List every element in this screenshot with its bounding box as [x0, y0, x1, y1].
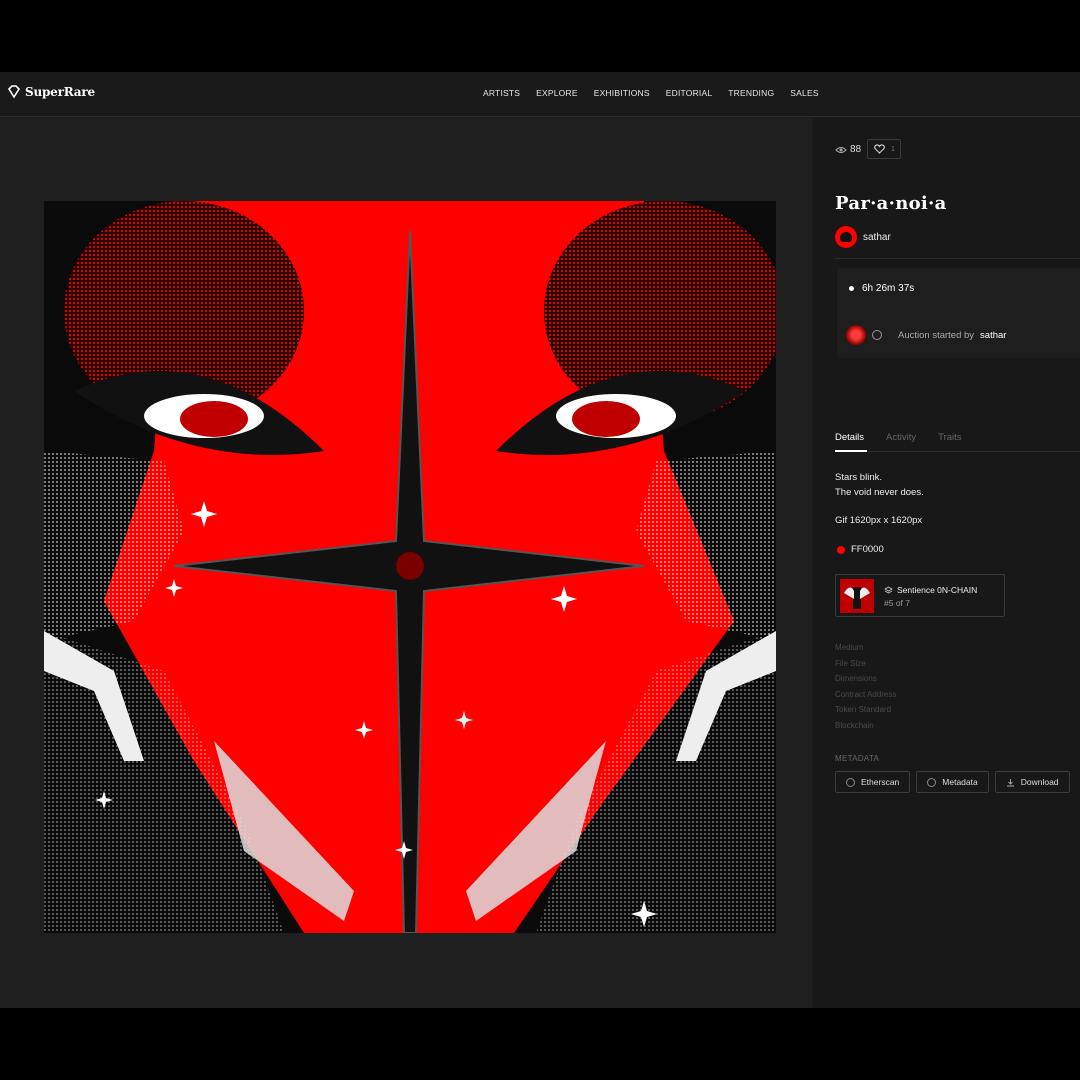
heart-icon — [874, 144, 885, 154]
property-blockchain: Blockchain — [835, 720, 874, 730]
top-navigation-bar: SuperRare ARTISTS EXPLORE EXHIBITIONS ED… — [0, 72, 1080, 117]
metadata-buttons: Etherscan Metadata Download — [835, 771, 1070, 793]
metadata-button-label: Metadata — [942, 777, 978, 787]
download-label: Download — [1020, 777, 1059, 787]
auction-artist-avatar — [846, 325, 866, 345]
color-name: FF0000 — [851, 544, 884, 555]
property-dimensions: Dimensions — [835, 674, 877, 683]
tab-underline — [835, 451, 1080, 452]
diamond-logo-icon — [7, 85, 21, 99]
tab-traits[interactable]: Traits — [938, 432, 961, 443]
layers-icon — [884, 586, 893, 593]
artwork-illustration — [44, 201, 776, 933]
auction-started-by[interactable]: sathar — [980, 330, 1006, 341]
artist-link[interactable]: sathar — [835, 226, 891, 248]
nav-item-explore[interactable]: EXPLORE — [536, 88, 578, 98]
edition-name: Sentience 0N-CHAIN — [897, 585, 978, 595]
download-button[interactable]: Download — [994, 771, 1070, 793]
auction-started-prefix: Auction started by — [898, 329, 975, 341]
main-nav: ARTISTS EXPLORE EXHIBITIONS EDITORIAL TR… — [483, 88, 835, 98]
edition-card[interactable]: Sentience 0N-CHAIN #5 of 7 — [835, 574, 1005, 617]
description-line-2: The void never does. — [835, 487, 924, 498]
details-sidebar — [813, 118, 1080, 1008]
nav-item-exhibitions[interactable]: EXHIBITIONS — [594, 88, 650, 98]
artwork-description: Stars blink. The void never does. — [835, 470, 924, 500]
metadata-icon — [927, 777, 937, 787]
property-token-standard: Token Standard — [835, 705, 892, 714]
auction-started-row: Auction started by sathar — [846, 325, 1006, 345]
artist-avatar — [835, 226, 857, 248]
etherscan-label: Etherscan — [861, 777, 900, 787]
color-swatch — [837, 545, 845, 554]
view-count-value: 88 — [850, 144, 862, 155]
artwork-image[interactable] — [44, 201, 776, 933]
tab-details[interactable]: Details — [835, 432, 864, 443]
etherscan-icon — [846, 777, 855, 787]
nav-item-sales[interactable]: SALES — [790, 88, 818, 98]
etherscan-button[interactable]: Etherscan — [835, 771, 911, 793]
brand-name: SuperRare — [25, 85, 95, 99]
auction-timer: 6h 26m 37s — [849, 283, 914, 294]
tab-activity[interactable]: Activity — [886, 432, 916, 443]
detail-tabs: Details Activity Traits — [835, 432, 984, 443]
nav-item-editorial[interactable]: EDITORIAL — [666, 88, 713, 98]
nav-item-trending[interactable]: TRENDING — [728, 88, 774, 98]
divider — [835, 258, 1080, 259]
artist-name: sathar — [863, 231, 891, 243]
color-tag: FF0000 — [837, 544, 884, 555]
edition-number: #5 of 7 — [884, 598, 910, 608]
metadata-label: METADATA — [835, 754, 880, 763]
power-icon — [872, 330, 882, 340]
properties-list: Medium File Size Dimensions Contract Add… — [835, 640, 896, 733]
edition-thumbnail — [840, 579, 874, 613]
like-count: 1 — [891, 145, 895, 153]
nav-item-artists[interactable]: ARTISTS — [483, 88, 520, 98]
auction-timer-value: 6h 26m 37s — [862, 283, 915, 294]
metadata-button[interactable]: Metadata — [916, 771, 989, 793]
artwork-title: Par·a·noi·a — [835, 193, 947, 214]
tab-active-indicator — [835, 450, 867, 452]
brand-logo[interactable]: SuperRare — [7, 85, 95, 99]
eye-icon — [835, 146, 847, 153]
edition-name-row: Sentience 0N-CHAIN — [884, 585, 977, 595]
like-button[interactable]: 1 — [867, 139, 901, 159]
property-file-size: File Size — [835, 658, 866, 668]
download-icon — [1006, 778, 1014, 786]
description-line-1: Stars blink. — [835, 472, 882, 483]
live-dot-icon — [849, 286, 854, 291]
property-contract-address: Contract Address — [835, 689, 897, 699]
file-spec: Gif 1620px x 1620px — [835, 515, 923, 526]
property-medium: Medium — [835, 643, 864, 652]
view-count: 88 — [835, 144, 861, 155]
